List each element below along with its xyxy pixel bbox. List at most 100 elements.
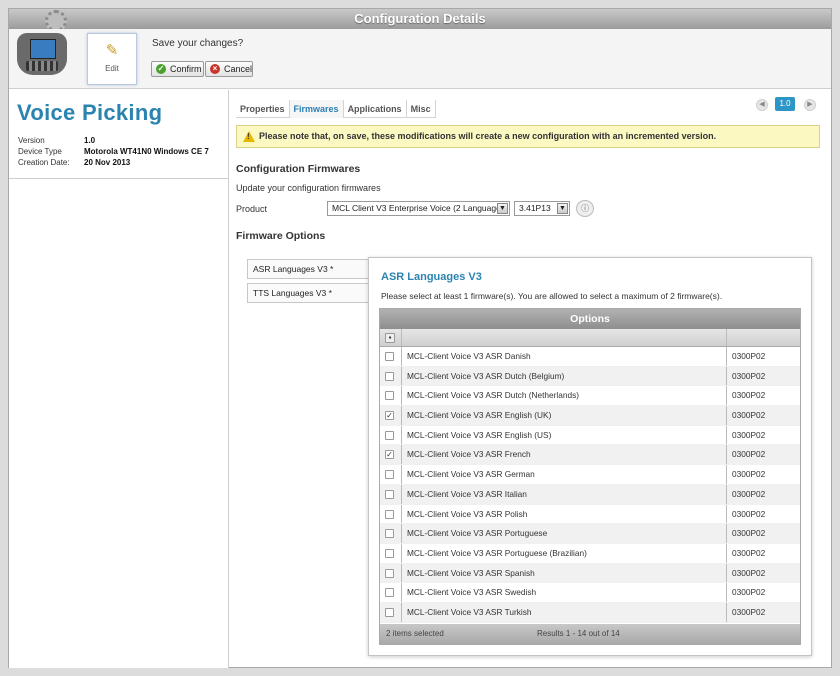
firmware-version: 0300P02 bbox=[732, 370, 766, 381]
firmware-name: MCL-Client Voice V3 ASR Portuguese bbox=[402, 524, 727, 543]
meta-row-creation-date: Creation Date: 20 Nov 2013 bbox=[18, 157, 209, 168]
table-row[interactable]: MCL-Client Voice V3 ASR Swedish 0300P02 bbox=[380, 583, 800, 603]
toolbar: ✎ Edit Save your changes? ✓ Confirm × Ca… bbox=[9, 29, 831, 89]
firmware-name: MCL-Client Voice V3 ASR English (US) bbox=[402, 425, 727, 445]
table-row[interactable]: MCL-Client Voice V3 ASR German 0300P02 bbox=[380, 465, 800, 485]
row-checkbox-cell bbox=[380, 602, 402, 622]
check-icon: ✓ bbox=[156, 64, 166, 74]
next-version-button[interactable]: ▶ bbox=[804, 99, 816, 111]
row-checkbox-cell: ✓ bbox=[380, 406, 402, 425]
row-checkbox[interactable] bbox=[385, 588, 394, 598]
firmware-version: 0300P02 bbox=[732, 606, 766, 617]
row-checkbox-cell bbox=[380, 347, 402, 366]
row-checkbox-cell bbox=[380, 484, 402, 504]
firmware-name: MCL-Client Voice V3 ASR Turkish bbox=[402, 602, 727, 622]
firmware-selection-popup: ASR Languages V3 Please select at least … bbox=[368, 257, 812, 656]
table-row[interactable]: ✓ MCL-Client Voice V3 ASR French 0300P02 bbox=[380, 445, 800, 466]
configuration-window: Configuration Details ✎ Edit Save your c… bbox=[8, 8, 832, 668]
close-icon: × bbox=[210, 64, 220, 74]
firmware-options-title: Firmware Options bbox=[236, 230, 326, 242]
table-row[interactable]: MCL-Client Voice V3 ASR Turkish 0300P02 bbox=[380, 602, 800, 623]
table-row[interactable]: MCL-Client Voice V3 ASR Dutch (Belgium) 0… bbox=[380, 366, 800, 387]
firmware-name: MCL-Client Voice V3 ASR German bbox=[402, 465, 727, 484]
section-subtext: Update your configuration firmwares bbox=[236, 183, 381, 193]
firmware-version: 0300P02 bbox=[732, 469, 766, 480]
info-icon[interactable]: ⓘ bbox=[576, 200, 594, 217]
device-image bbox=[17, 33, 67, 75]
row-checkbox[interactable] bbox=[385, 607, 394, 617]
tab-properties[interactable]: Properties bbox=[236, 100, 290, 118]
row-checkbox-cell bbox=[380, 583, 402, 602]
version-navigator: ◀ 1.0 ▶ bbox=[750, 97, 820, 113]
firmware-option-tts[interactable]: TTS Languages V3 * bbox=[247, 283, 371, 303]
tab-misc[interactable]: Misc bbox=[407, 100, 436, 118]
edit-label: Edit bbox=[105, 64, 119, 73]
row-checkbox[interactable] bbox=[385, 430, 394, 440]
meta-row-device-type: Device Type Motorola WT41N0 Windows CE 7 bbox=[18, 146, 209, 157]
version-badge: 1.0 bbox=[775, 97, 795, 111]
table-row[interactable]: ✓ MCL-Client Voice V3 ASR English (UK) 030… bbox=[380, 406, 800, 426]
firmware-option-asr[interactable]: ASR Languages V3 * bbox=[247, 259, 371, 279]
meta-key: Creation Date: bbox=[18, 158, 70, 167]
row-checkbox[interactable]: ✓ bbox=[385, 450, 394, 460]
confirm-label: Confirm bbox=[170, 64, 202, 74]
firmware-name: MCL-Client Voice V3 ASR Portuguese (Braz… bbox=[402, 543, 727, 563]
cancel-button[interactable]: × Cancel bbox=[205, 61, 253, 77]
meta-key: Device Type bbox=[18, 147, 62, 156]
device-screen bbox=[30, 39, 56, 59]
firmware-version: 0300P02 bbox=[732, 449, 766, 460]
row-checkbox[interactable] bbox=[385, 548, 394, 558]
firmware-name: MCL-Client Voice V3 ASR Spanish bbox=[402, 563, 727, 583]
row-checkbox[interactable] bbox=[385, 391, 394, 401]
row-checkbox[interactable] bbox=[385, 509, 394, 519]
notice-text: Please note that, on save, these modific… bbox=[259, 131, 717, 141]
grid-rows: MCL-Client Voice V3 ASR Danish 0300P02 MCL… bbox=[380, 347, 800, 623]
firmware-name: MCL-Client Voice V3 ASR French bbox=[402, 445, 727, 465]
grid-column-header: ▪ bbox=[380, 329, 800, 347]
configuration-name: Voice Picking bbox=[17, 100, 163, 125]
product-select[interactable]: MCL Client V3 Enterprise Voice (2 Langua… bbox=[327, 201, 510, 216]
grid-footer: 2 items selected Results 1 - 14 out of 1… bbox=[380, 624, 800, 644]
meta-value: 1.0 bbox=[84, 136, 96, 145]
firmware-version: 0300P02 bbox=[732, 508, 766, 519]
firmware-version: 0300P02 bbox=[732, 528, 766, 539]
table-row[interactable]: MCL-Client Voice V3 ASR Portuguese (Braz… bbox=[380, 543, 800, 564]
row-checkbox[interactable] bbox=[385, 352, 394, 361]
product-version-select[interactable]: 3.41P13 ▼ bbox=[514, 201, 570, 216]
name-column-header bbox=[402, 329, 727, 346]
table-row[interactable]: MCL-Client Voice V3 ASR Danish 0300P02 bbox=[380, 347, 800, 367]
product-label: Product bbox=[236, 204, 268, 214]
row-checkbox[interactable] bbox=[385, 568, 394, 578]
previous-version-button[interactable]: ◀ bbox=[756, 99, 768, 111]
table-row[interactable]: MCL-Client Voice V3 ASR Dutch (Netherlan… bbox=[380, 386, 800, 407]
table-row[interactable]: MCL-Client Voice V3 ASR English (US) 0300… bbox=[380, 425, 800, 446]
table-row[interactable]: MCL-Client Voice V3 ASR Polish 0300P02 bbox=[380, 504, 800, 525]
meta-row-version: Version 1.0 bbox=[18, 135, 209, 146]
table-row[interactable]: MCL-Client Voice V3 ASR Portuguese 0300P0… bbox=[380, 524, 800, 544]
pencil-icon: ✎ bbox=[105, 42, 119, 59]
row-checkbox[interactable] bbox=[385, 489, 394, 499]
select-all-cell: ▪ bbox=[380, 329, 402, 346]
firmware-version: 0300P02 bbox=[732, 547, 766, 558]
firmware-name: MCL-Client Voice V3 ASR Polish bbox=[402, 504, 727, 524]
firmware-version: 0300P02 bbox=[732, 429, 766, 440]
row-checkbox[interactable]: ✓ bbox=[385, 411, 394, 421]
warning-icon bbox=[243, 131, 255, 142]
row-checkbox[interactable] bbox=[385, 529, 394, 539]
popup-description: Please select at least 1 firmware(s). Yo… bbox=[381, 291, 723, 301]
firmware-version: 0300P02 bbox=[732, 390, 766, 401]
edit-button[interactable]: ✎ Edit bbox=[87, 33, 137, 85]
table-row[interactable]: MCL-Client Voice V3 ASR Spanish 0300P02 bbox=[380, 563, 800, 584]
tab-bar: Properties Firmwares Applications Misc bbox=[236, 100, 436, 118]
table-row[interactable]: MCL-Client Voice V3 ASR Italian 0300P02 bbox=[380, 484, 800, 505]
row-checkbox[interactable] bbox=[385, 371, 394, 381]
confirm-button[interactable]: ✓ Confirm bbox=[151, 61, 204, 77]
row-checkbox[interactable] bbox=[385, 470, 394, 480]
tab-firmwares[interactable]: Firmwares bbox=[289, 100, 344, 118]
chevron-down-icon: ▼ bbox=[557, 203, 568, 214]
notice-banner: Please note that, on save, these modific… bbox=[236, 125, 820, 148]
tab-applications[interactable]: Applications bbox=[344, 100, 407, 118]
select-all-checkbox[interactable]: ▪ bbox=[385, 333, 395, 343]
firmware-name: MCL-Client Voice V3 ASR Danish bbox=[402, 347, 727, 366]
row-checkbox-cell bbox=[380, 425, 402, 445]
